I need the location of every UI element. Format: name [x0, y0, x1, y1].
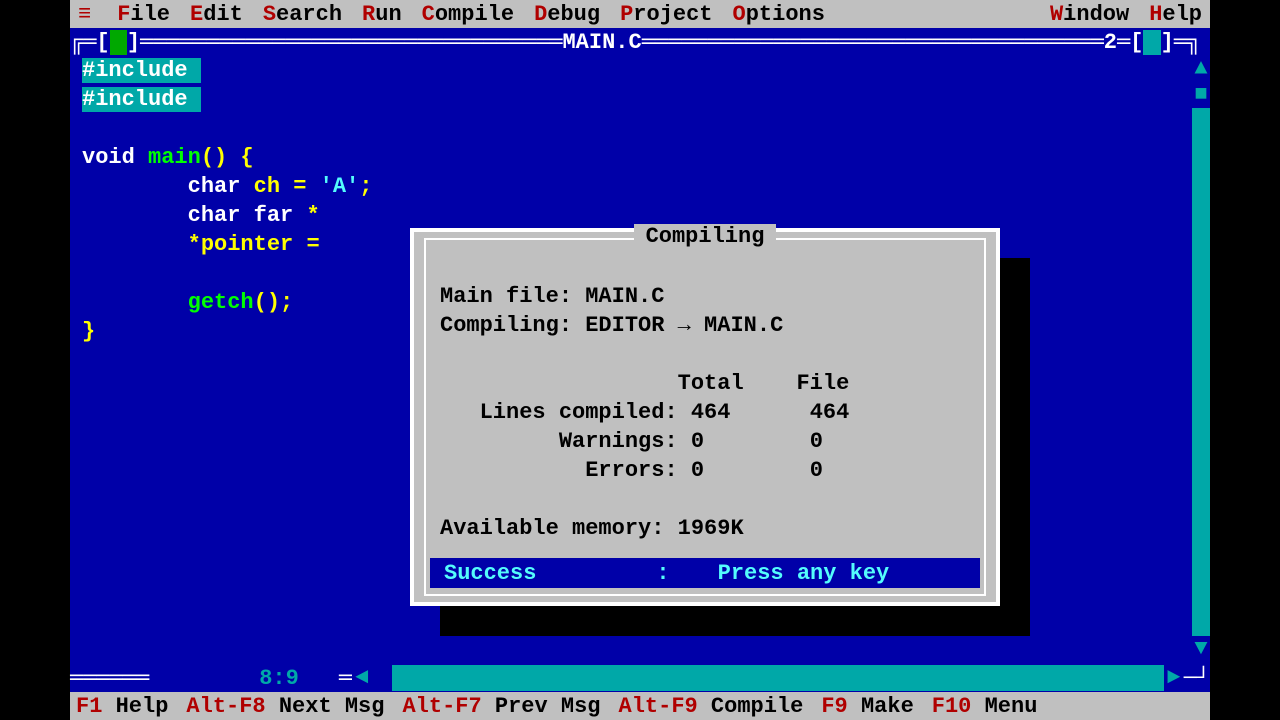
scroll-up-icon[interactable]: ▲ [1192, 56, 1210, 82]
dialog-title: Compiling [426, 224, 984, 249]
status-prev msg[interactable]: Alt-F7 Prev Msg [402, 694, 600, 719]
vertical-scrollbar[interactable]: ▲ ■ ▼ [1192, 56, 1210, 662]
scroll-left-icon[interactable]: ◄ [352, 665, 372, 691]
menu-ptions[interactable]: Options [733, 2, 825, 27]
scroll-down-icon[interactable]: ▼ [1192, 636, 1210, 662]
window-titlebar: ╔═[■]════════════════════════════════ MA… [70, 28, 1210, 56]
horizontal-scrollbar: ══════ 8:9 ═ ◄ ► ─┘ [70, 664, 1210, 692]
menu-ebug[interactable]: Debug [534, 2, 600, 27]
maximize-icon[interactable]: ↕ [1143, 30, 1160, 55]
dialog-body: Main file: MAIN.C Compiling: EDITOR → MA… [426, 240, 984, 543]
status-compile[interactable]: Alt-F9 Compile [619, 694, 804, 719]
window-title: MAIN.C [562, 30, 641, 55]
hscroll-thumb[interactable] [372, 665, 392, 691]
menu-dit[interactable]: Edit [190, 2, 243, 27]
cursor-position: 8:9 [259, 666, 299, 691]
dialog-status-bar: Success : Press any key [430, 558, 980, 588]
status-make[interactable]: F9 Make [821, 694, 913, 719]
scroll-thumb[interactable]: ■ [1192, 82, 1210, 108]
close-icon[interactable]: ■ [110, 30, 127, 55]
menu-ompile[interactable]: Compile [422, 2, 514, 27]
window-number: 2 [1104, 30, 1117, 55]
menu-bar: ≡ File Edit Search Run Compile Debug Pro… [70, 0, 1210, 28]
status-prompt: Press any key [718, 561, 890, 586]
menu-un[interactable]: Run [362, 2, 402, 27]
compile-dialog[interactable]: Compiling Main file: MAIN.C Compiling: E… [410, 228, 1000, 606]
editor-window: ╔═[■]════════════════════════════════ MA… [70, 28, 1210, 692]
menu-earch[interactable]: Search [263, 2, 342, 27]
status-menu[interactable]: F10 Menu [932, 694, 1038, 719]
status-message: Success [444, 561, 536, 586]
scroll-right-icon[interactable]: ► [1164, 665, 1184, 691]
status-help[interactable]: F1 Help [76, 694, 168, 719]
status-next msg[interactable]: Alt-F8 Next Msg [186, 694, 384, 719]
status-bar: F1 Help Alt-F8 Next Msg Alt-F7 Prev Msg … [70, 692, 1210, 720]
menu-indow[interactable]: Window [1050, 2, 1129, 27]
system-menu-icon[interactable]: ≡ [78, 2, 91, 27]
menu-roject[interactable]: Project [620, 2, 712, 27]
menu-ile[interactable]: File [117, 2, 170, 27]
menu-elp[interactable]: Help [1149, 2, 1202, 27]
